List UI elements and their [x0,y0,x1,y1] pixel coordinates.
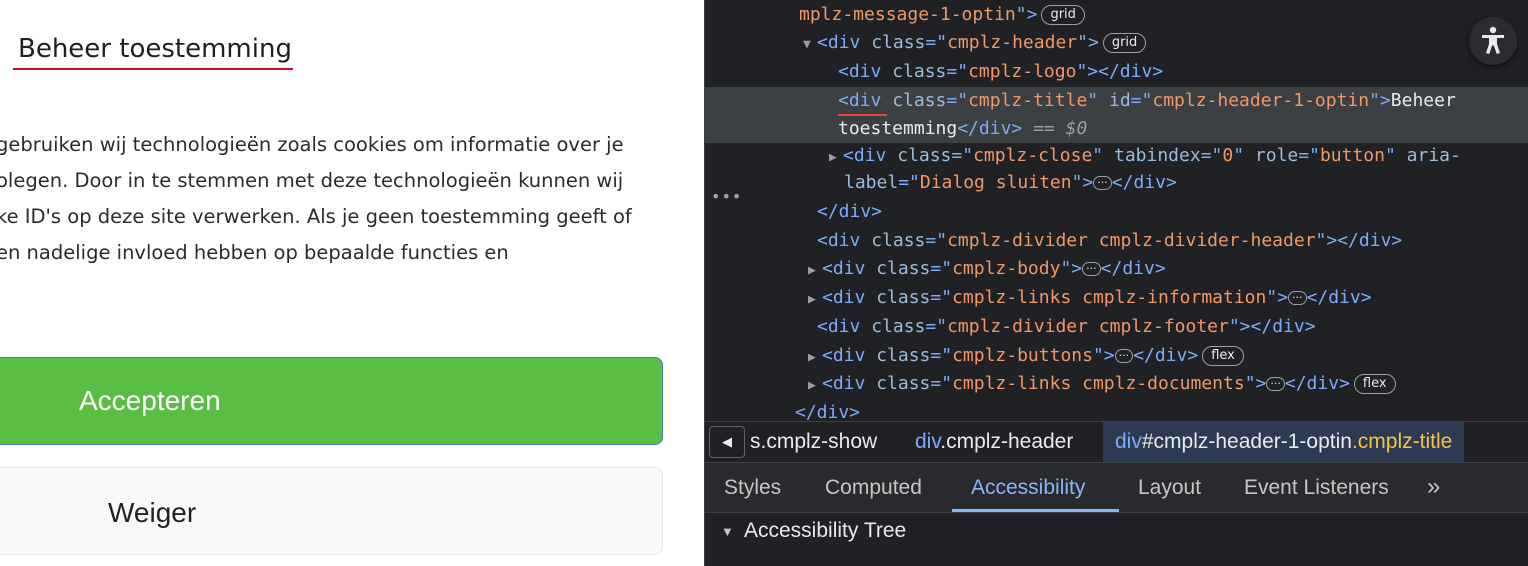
dom-node-row[interactable]: ▶ <div class="cmplz-links cmplz-informati… [808,284,1372,312]
more-tabs-icon[interactable]: » [1427,463,1440,511]
collapsed-children-ellipsis[interactable]: ··· [1114,349,1134,363]
accessibility-tree-section: ▼ Accessibility Tree [705,513,1528,566]
expand-triangle-icon[interactable]: ▶ [808,372,822,400]
accept-button[interactable]: Accepteren [0,357,663,445]
tab-computed[interactable]: Computed [825,463,922,511]
dom-node-row[interactable]: <div class="cmplz-divider cmplz-footer">… [817,313,1316,341]
dom-node-row[interactable]: ▶ <div class="cmplz-body"> ··· </div> [808,255,1166,283]
tab-event-listeners[interactable]: Event Listeners [1244,463,1389,511]
sidebar-tabs: Styles Computed Accessibility Layout Eve… [705,463,1528,513]
deny-button-label: Weiger [108,497,197,528]
dom-node-row[interactable]: ▼ <div class="cmplz-header"> grid [803,29,1147,59]
expand-triangle-icon[interactable]: ▶ [808,286,822,314]
tab-styles[interactable]: Styles [724,463,781,511]
consent-dialog: Beheer toestemming gebruiken wij technol… [0,0,704,566]
collapsed-children-ellipsis[interactable]: ··· [1082,262,1101,276]
more-options-icon[interactable]: ••• [711,183,742,211]
dom-node-row[interactable]: ▶ <div class="cmplz-links cmplz-documents… [808,370,1396,398]
consent-body-line: gebruiken wij technologieën zoals cookie… [0,133,624,156]
dom-node-row[interactable]: ▶ <div class="cmplz-close" tabindex="0" r… [829,142,1461,170]
elements-tree[interactable]: mplz-message-1-optin"> grid ▼ <div class="… [705,0,1528,421]
dom-node-row-selected[interactable]: ••• <div class="cmplz-title" id="cmplz-h… [705,87,1528,206]
devtools-panel: mplz-message-1-optin"> grid ▼ <div class="… [704,0,1528,566]
collapsed-children-ellipsis[interactable]: ··· [1288,291,1307,305]
dom-node-row[interactable]: ▶ <div class="cmplz-buttons"> ··· </div> fle… [808,342,1244,370]
consent-body-line: olegen. Door in te stemmen met deze tech… [0,169,624,192]
flex-badge[interactable]: flex [1353,374,1396,394]
expand-triangle-icon[interactable]: ▶ [808,344,822,372]
breadcrumb-item-active[interactable]: div#cmplz-header-1-optin.cmplz-title [1103,422,1465,462]
accessibility-tree-title[interactable]: Accessibility Tree [744,519,906,543]
tab-layout[interactable]: Layout [1138,463,1201,511]
expand-triangle-icon[interactable]: ▶ [829,144,843,172]
title-red-underline [13,68,293,70]
dom-node-row-selected-cont[interactable]: toestemming</div> == $0 [705,115,1528,143]
consent-body-line: ke ID's op deze site verwerken. Als je g… [0,205,632,228]
grid-badge[interactable]: grid [1041,5,1085,25]
consent-title: Beheer toestemming [18,34,292,64]
dom-node-row[interactable]: <div class="cmplz-logo"></div> [838,58,1163,86]
breadcrumb: ◀ s.cmplz-show div.cmplz-header div#cmpl… [705,421,1528,463]
grid-badge[interactable]: grid [1102,33,1147,53]
accessibility-person-icon[interactable] [1469,17,1517,65]
selected-node-marker: == $0 [1033,118,1088,139]
dom-node-close-row[interactable]: </div> [795,399,860,421]
dom-node-row[interactable]: mplz-message-1-optin"> grid [799,1,1085,29]
selected-tag-red-underline [838,114,887,116]
collapse-triangle-icon[interactable]: ▼ [721,524,734,539]
deny-button[interactable]: Weiger [0,467,663,555]
collapsed-children-ellipsis[interactable]: ··· [1266,377,1285,391]
tab-accessibility[interactable]: Accessibility [971,463,1085,511]
expand-triangle-icon[interactable]: ▼ [803,31,817,59]
dom-node-close-row[interactable]: </div> [817,198,882,226]
dom-node-row[interactable]: <div class="cmplz-divider cmplz-divider-… [817,227,1402,255]
dom-node-row[interactable]: label="Dialog sluiten"> ··· </div> [844,169,1177,197]
breadcrumb-item[interactable]: div.cmplz-header [915,422,1073,462]
flex-badge[interactable]: flex [1202,346,1244,366]
breadcrumb-item[interactable]: s.cmplz-show [750,422,877,462]
active-tab-indicator [952,509,1119,512]
collapsed-children-ellipsis[interactable]: ··· [1093,176,1112,190]
consent-body-line: en nadelige invloed hebben op bepaalde f… [0,241,509,264]
breadcrumb-scroll-left-icon[interactable]: ◀ [709,426,745,458]
accept-button-label: Accepteren [79,385,221,416]
expand-triangle-icon[interactable]: ▶ [808,257,822,285]
